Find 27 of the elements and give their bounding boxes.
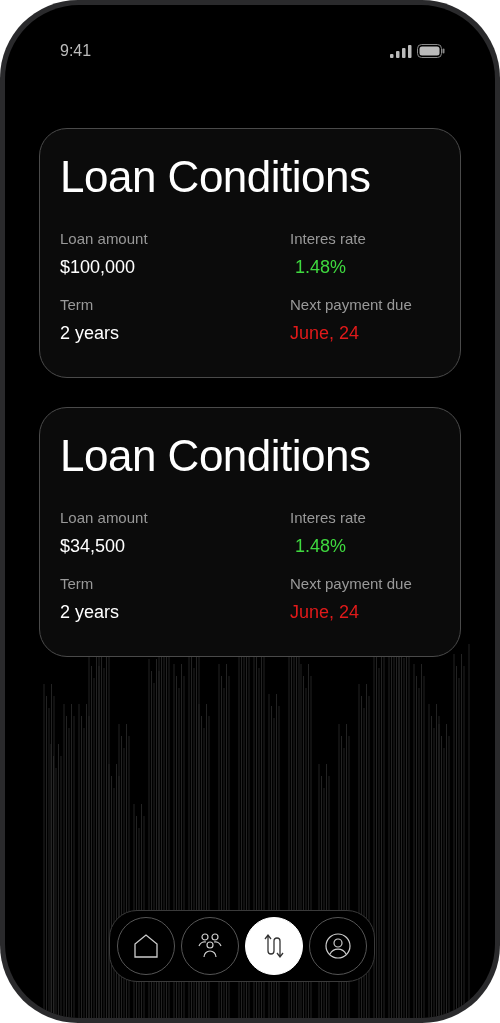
field-label: Interes rate (290, 509, 367, 526)
people-icon (196, 933, 224, 959)
field-value: June, 24 (290, 602, 361, 623)
status-time: 9:41 (60, 42, 92, 60)
home-icon (133, 933, 159, 959)
field-value: $34,500 (60, 536, 127, 557)
transfer-icon (262, 933, 286, 959)
field-label: Term (60, 296, 95, 313)
field-label: Loan amount (60, 230, 149, 247)
nav-button[interactable] (117, 917, 175, 975)
field-value: 1.48% (294, 536, 348, 557)
field-value: 2 years (60, 602, 121, 623)
field-label: Interes rate (290, 230, 367, 247)
field-label: Loan amount (60, 509, 149, 526)
nav-button[interactable] (309, 917, 367, 975)
field-value: 2 years (60, 323, 121, 344)
card-title: Loan Conditions (60, 151, 372, 203)
user-icon (325, 933, 351, 959)
field-label: Next payment due (290, 296, 413, 313)
field-value: June, 24 (290, 323, 361, 344)
signal-icon (390, 44, 412, 58)
field-label: Term (60, 575, 95, 592)
field-label: Next payment due (290, 575, 413, 592)
field-value: $100,000 (60, 257, 137, 278)
battery-icon (417, 44, 445, 58)
card-title: Loan Conditions (60, 430, 372, 482)
field-value: 1.48% (294, 257, 348, 278)
